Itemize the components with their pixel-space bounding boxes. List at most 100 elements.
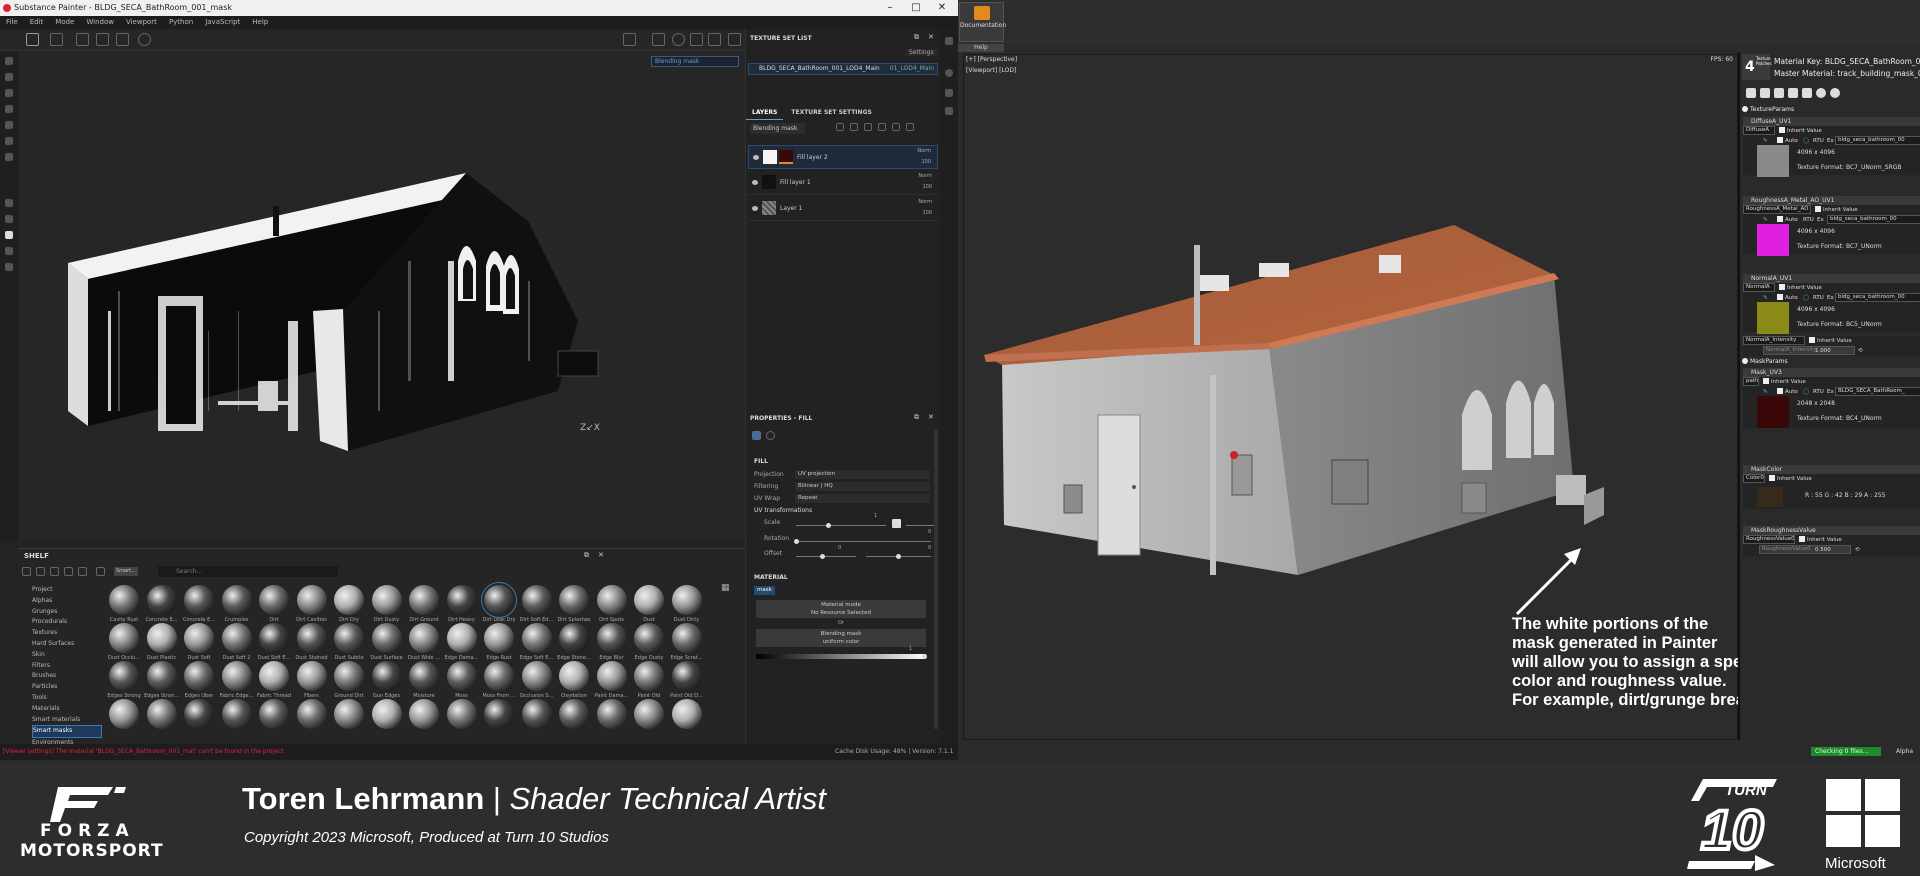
shelf-material-item[interactable]: Edge Dusty xyxy=(631,623,667,661)
material-props-icon[interactable] xyxy=(766,431,775,440)
menu-javascript[interactable]: JavaScript xyxy=(199,16,246,29)
menu-edit[interactable]: Edit xyxy=(24,16,50,29)
menu-window[interactable]: Window xyxy=(80,16,120,29)
shelf-category-item[interactable]: Smart masks xyxy=(32,725,102,739)
shelf-material-item[interactable]: Dirt Soft Ed... xyxy=(519,585,555,623)
visibility-icon[interactable] xyxy=(752,180,758,185)
display-settings-icon[interactable] xyxy=(5,215,13,223)
rtu-label[interactable]: RTU xyxy=(1813,293,1824,303)
shelf-material-item[interactable]: Dust Soft 2 xyxy=(219,623,255,661)
shelf-material-item[interactable]: Edges Strong xyxy=(106,661,142,699)
mask-params-section[interactable]: MaskParams xyxy=(1742,358,1920,365)
offset-u-slider[interactable] xyxy=(796,556,856,557)
view-grid-icon[interactable]: ▦ xyxy=(721,583,730,593)
mask-texture-path[interactable]: BLDG_SECA_BathRoom_ xyxy=(1835,387,1920,396)
shelf-material-item[interactable]: Gun Edges xyxy=(369,661,405,699)
display-icon[interactable] xyxy=(945,69,953,77)
video-camera-icon[interactable] xyxy=(708,33,721,46)
normal-intensity-slider[interactable]: NormalA_Intensity xyxy=(1763,346,1855,355)
shelf-float-icon[interactable]: ⧉ xyxy=(584,551,589,560)
mask-roughness-header[interactable]: MaskRoughnessValue xyxy=(1743,526,1920,535)
shelf-material-item[interactable] xyxy=(106,699,142,731)
shelf-material-item[interactable] xyxy=(181,699,217,731)
shader-icon[interactable] xyxy=(945,89,953,97)
external-edit-icon[interactable] xyxy=(1788,88,1798,98)
shelf-material-item[interactable]: Dust Occlu... xyxy=(106,623,142,661)
projection-icon[interactable] xyxy=(5,89,13,97)
shelf-material-item[interactable]: Dust xyxy=(631,585,667,623)
diffuse-texture-path[interactable]: bldg_seca_bathroom_00 xyxy=(1835,136,1920,145)
rotation-slider[interactable] xyxy=(796,541,931,542)
layer-row[interactable]: Layer 1 Norm 100 xyxy=(748,197,938,221)
shelf-material-item[interactable] xyxy=(556,699,592,731)
shelf-material-item[interactable]: Dirt Splashes xyxy=(556,585,592,623)
menu-viewport[interactable]: Viewport xyxy=(120,16,163,29)
shelf-material-item[interactable] xyxy=(144,699,180,731)
shelf-material-item[interactable]: Dust Wide ... xyxy=(406,623,442,661)
shelf-material-item[interactable] xyxy=(219,699,255,731)
color-picker-icon[interactable] xyxy=(5,153,13,161)
shelf-category-item[interactable]: Grunges xyxy=(32,607,102,618)
shelf-material-item[interactable]: Edge Stone... xyxy=(556,623,592,661)
normal-texture-path[interactable]: bldg_seca_bathroom_00 xyxy=(1835,293,1920,302)
shelf-material-item[interactable]: Fabric Thread xyxy=(256,661,292,699)
help-tab[interactable]: Help xyxy=(958,44,1004,52)
shelf-material-item[interactable] xyxy=(294,699,330,731)
filter-icon[interactable] xyxy=(96,567,105,576)
shelf-material-item[interactable]: Edges Stron... xyxy=(144,661,180,699)
mask-value-slider[interactable] xyxy=(756,654,926,659)
normal-intensity-inherit[interactable]: Inherit Value xyxy=(1807,336,1852,346)
hide-icon[interactable] xyxy=(64,567,73,576)
minimize-icon[interactable]: – xyxy=(878,0,902,16)
layers-dock-icon[interactable] xyxy=(945,107,953,115)
ex-label[interactable]: Ex xyxy=(1817,215,1824,225)
scale-slider-v[interactable] xyxy=(906,525,934,526)
photo-camera-icon[interactable] xyxy=(728,33,741,46)
menu-mode[interactable]: Mode xyxy=(49,16,80,29)
tsl-close-icon[interactable]: ✕ xyxy=(928,33,934,41)
shelf-material-item[interactable]: Fabric Edge... xyxy=(219,661,255,699)
properties-scrollbar[interactable] xyxy=(934,429,938,729)
material-ball-icon[interactable] xyxy=(672,33,685,46)
shelf-category-item[interactable]: Skin xyxy=(32,650,102,661)
shelf-category-item[interactable]: Materials xyxy=(32,704,102,715)
diffuse-inherit[interactable]: Inherit Value xyxy=(1777,126,1822,136)
sphere-settings-icon[interactable] xyxy=(690,33,703,46)
shelf-material-item[interactable]: Ground Dirt xyxy=(331,661,367,699)
shelf-material-item[interactable]: Dust Dirty xyxy=(669,585,705,623)
shelf-material-item[interactable]: Edges Uber xyxy=(181,661,217,699)
shelf-category-item[interactable]: Project xyxy=(32,585,102,596)
add-mask-icon[interactable] xyxy=(850,123,858,131)
texture-set-icon[interactable] xyxy=(945,37,953,45)
diffuse-header[interactable]: DiffuseA_UV1 xyxy=(1743,117,1920,126)
shelf-material-item[interactable]: Edge Soft E... xyxy=(519,623,555,661)
shelf-material-item[interactable]: Edge Dama... xyxy=(444,623,480,661)
shelf-toggle-icon[interactable] xyxy=(5,231,13,239)
shelf-material-item[interactable]: Dirt Dry xyxy=(331,585,367,623)
shelf-material-item[interactable]: Paint Old D... xyxy=(669,661,705,699)
shelf-material-item[interactable] xyxy=(406,699,442,731)
scale-knob[interactable] xyxy=(826,523,831,528)
bake-icon[interactable] xyxy=(5,199,13,207)
shelf-material-item[interactable] xyxy=(594,699,630,731)
folder-icon[interactable] xyxy=(22,567,31,576)
uv-transformations-label[interactable]: UV transformations xyxy=(754,507,812,514)
paint-brush-icon[interactable] xyxy=(5,57,13,65)
reset-icon[interactable]: ⟲ xyxy=(1855,545,1860,555)
close-icon[interactable]: ✕ xyxy=(930,0,954,16)
shelf-material-item[interactable]: Dirt Leak Dry xyxy=(481,582,517,623)
maximize-icon[interactable]: □ xyxy=(904,0,928,16)
shelf-material-item[interactable]: Dirt xyxy=(256,585,292,623)
shelf-material-item[interactable]: Dust Soft E... xyxy=(256,623,292,661)
ex-label[interactable]: Ex xyxy=(1827,387,1834,397)
shelf-material-item[interactable] xyxy=(369,699,405,731)
menu-file[interactable]: File xyxy=(0,16,24,29)
ex-label[interactable]: Ex xyxy=(1827,293,1834,303)
shelf-material-item[interactable]: Concrete E... xyxy=(181,585,217,623)
uvwrap-select[interactable]: Repeat xyxy=(795,494,930,503)
shelf-material-item[interactable]: Occlusion S... xyxy=(519,661,555,699)
shelf-material-item[interactable]: Paint Old xyxy=(631,661,667,699)
refresh-icon[interactable] xyxy=(1802,88,1812,98)
geometry-fill-icon[interactable] xyxy=(5,105,13,113)
roughness-header[interactable]: RoughnessA_Metal_AO_UV1 xyxy=(1743,196,1920,205)
